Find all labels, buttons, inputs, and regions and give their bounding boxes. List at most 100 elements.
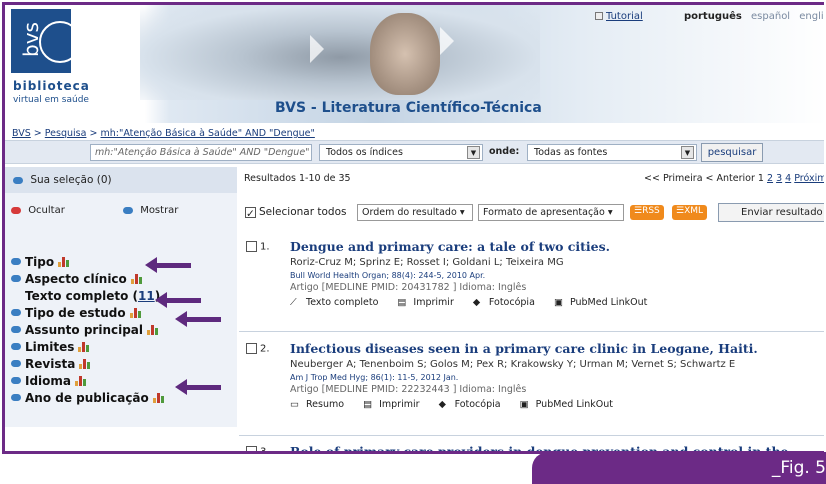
search-bar: mh:"Atenção Básica à Saúde" AND "Dengue"… [5,140,824,164]
xml-icon: ☰ [676,206,685,216]
facet-tipo[interactable]: Tipo [11,253,166,270]
bar-chart-icon[interactable] [78,341,91,352]
select-all[interactable]: ✓ Selecionar todos [245,206,346,220]
show-toggle[interactable]: Mostrar [123,205,178,216]
result-actions: ⟋ Texto completo ▤ Imprimir ◆ Fotocópia ▣ Pu… [290,297,663,308]
pagination-page[interactable]: 3 [776,173,782,184]
search-button[interactable]: pesquisar [701,143,763,162]
facet-revista[interactable]: Revista [11,355,166,372]
annotation-arrow-icon [145,257,191,273]
send-results-button[interactable]: Enviar resultado [718,203,824,222]
bar-chart-icon[interactable] [129,307,143,318]
print-action[interactable]: ▤ Imprimir [363,399,419,410]
facet-aspecto-clinico[interactable]: Aspecto clínico [11,270,166,287]
photocopy-action[interactable]: ◆ Fotocópia [439,399,501,410]
pagination-page[interactable]: 4 [785,173,791,184]
fulltext-icon: ⟋ [290,297,297,308]
breadcrumb-separator: > [33,128,42,139]
annotation-arrow-icon [175,311,221,327]
facet-label: Limites [25,339,75,354]
result-meta: Artigo [MEDLINE PMID: 20431782 ] Idioma:… [290,282,527,293]
action-label: PubMed LinkOut [569,297,648,308]
language-option[interactable]: español [751,11,790,22]
facet-bullet-icon [11,275,21,282]
bar-chart-icon[interactable] [147,324,160,335]
selection-row[interactable]: Sua seleção (0) [5,167,237,193]
site-title: BVS - Literatura Científico-Técnica [275,100,542,116]
result-number: 2. [246,343,270,355]
show-label: Mostrar [140,205,179,216]
result-index: 3. [260,446,270,454]
photocopy-icon: ◆ [472,297,481,308]
results-summary: Resultados 1-10 de 35 [244,173,351,184]
pubmed-action[interactable]: ▣ PubMed LinkOut [520,399,613,410]
breadcrumb-item-query[interactable]: mh:"Atenção Básica à Saúde" AND "Dengue" [100,128,314,139]
facet-limites[interactable]: Limites [11,338,166,355]
annotation-arrow-icon [155,292,201,308]
hide-icon [11,206,21,214]
rss-button[interactable]: ☰RSS [630,205,664,220]
result-checkbox[interactable] [246,343,257,354]
pubmed-action[interactable]: ▣ PubMed LinkOut [554,297,647,308]
facet-label: Tipo [25,254,55,269]
bar-chart-icon[interactable] [152,392,166,403]
print-action[interactable]: ▤ Imprimir [397,297,453,308]
printer-icon: ▤ [363,399,373,410]
facet-tipo-de-estudo[interactable]: Tipo de estudo [11,304,166,321]
facet-list: Tipo Aspecto clínico Texto completo (11)… [11,253,166,406]
result-journal[interactable]: Am J Trop Med Hyg; 86(1): 11-5, 2012 Jan… [290,373,458,382]
result-title[interactable]: Dengue and primary care: a tale of two c… [290,239,610,254]
facet-idioma[interactable]: Idioma [11,372,166,389]
pagination-first[interactable]: << Primeira [644,173,703,184]
bar-chart-icon[interactable] [58,256,71,267]
result-authors: Neuberger A; Tenenboim S; Golos M; Pex R… [290,359,736,370]
breadcrumb-item-pesquisa[interactable]: Pesquisa [45,128,87,139]
action-label: Resumo [306,399,345,410]
tutorial-icon [595,12,603,20]
pagination-page[interactable]: 2 [767,173,773,184]
facet-count-link[interactable]: 11 [138,289,155,303]
result-checkbox[interactable] [246,241,257,252]
pagination: << Primeira < Anterior 1 2 3 4 Próxima > [644,173,824,184]
header-portrait [370,13,440,95]
pubmed-icon: ▣ [519,399,529,410]
pagination-page-current: 1 [757,173,764,184]
source-select[interactable]: Todas as fontes ▼ [527,144,697,161]
result-journal[interactable]: Bull World Health Organ; 88(4): 244-5, 2… [290,271,485,280]
hide-toggle[interactable]: Ocultar [11,205,65,216]
tutorial-link[interactable]: Tutorial [606,11,643,22]
breadcrumb-item-bvs[interactable]: BVS [12,128,31,139]
xml-button[interactable]: ☰XML [672,205,708,220]
facet-assunto-principal[interactable]: Assunto principal [11,321,166,338]
result-checkbox[interactable] [246,446,257,451]
bvs-logo[interactable]: bvs biblioteca virtual em saúde [7,7,137,115]
bar-chart-icon[interactable] [130,273,144,284]
index-select[interactable]: Todos os índices ▼ [319,144,483,161]
language-current[interactable]: português [684,11,742,22]
facet-bullet-icon [11,343,21,350]
language-option[interactable]: english [799,11,824,22]
order-select[interactable]: Ordem do resultado ▾ [357,204,473,221]
result-number: 3. [246,446,270,454]
search-input[interactable]: mh:"Atenção Básica à Saúde" AND "Dengue" [90,144,312,161]
action-label: PubMed LinkOut [535,399,613,410]
format-select[interactable]: Formato de apresentação ▾ [478,204,624,221]
chevron-down-icon: ▾ [459,207,465,218]
facet-ano-de-publicacao[interactable]: Ano de publicação [11,389,166,406]
bar-chart-icon[interactable] [79,358,92,369]
abstract-action[interactable]: ▭ Resumo [290,399,344,410]
photocopy-action[interactable]: ◆ Fotocópia [473,297,535,308]
selection-label: Sua seleção [30,174,94,186]
facet-bullet-icon [11,309,21,316]
select-all-checkbox[interactable]: ✓ [245,206,256,220]
facet-bullet-icon [11,326,21,333]
fulltext-action[interactable]: ⟋ Texto completo [290,297,378,308]
result-title[interactable]: Infectious diseases seen in a primary ca… [290,341,758,356]
result-divider [239,331,824,332]
chevron-down-icon: ▾ [607,207,613,218]
bar-chart-icon[interactable] [75,375,88,386]
facet-texto-completo[interactable]: Texto completo (11) [11,287,166,304]
facet-label: Aspecto clínico [25,271,127,286]
pagination-next[interactable]: Próxima > [794,173,824,184]
pagination-prev[interactable]: < Anterior [706,173,755,184]
